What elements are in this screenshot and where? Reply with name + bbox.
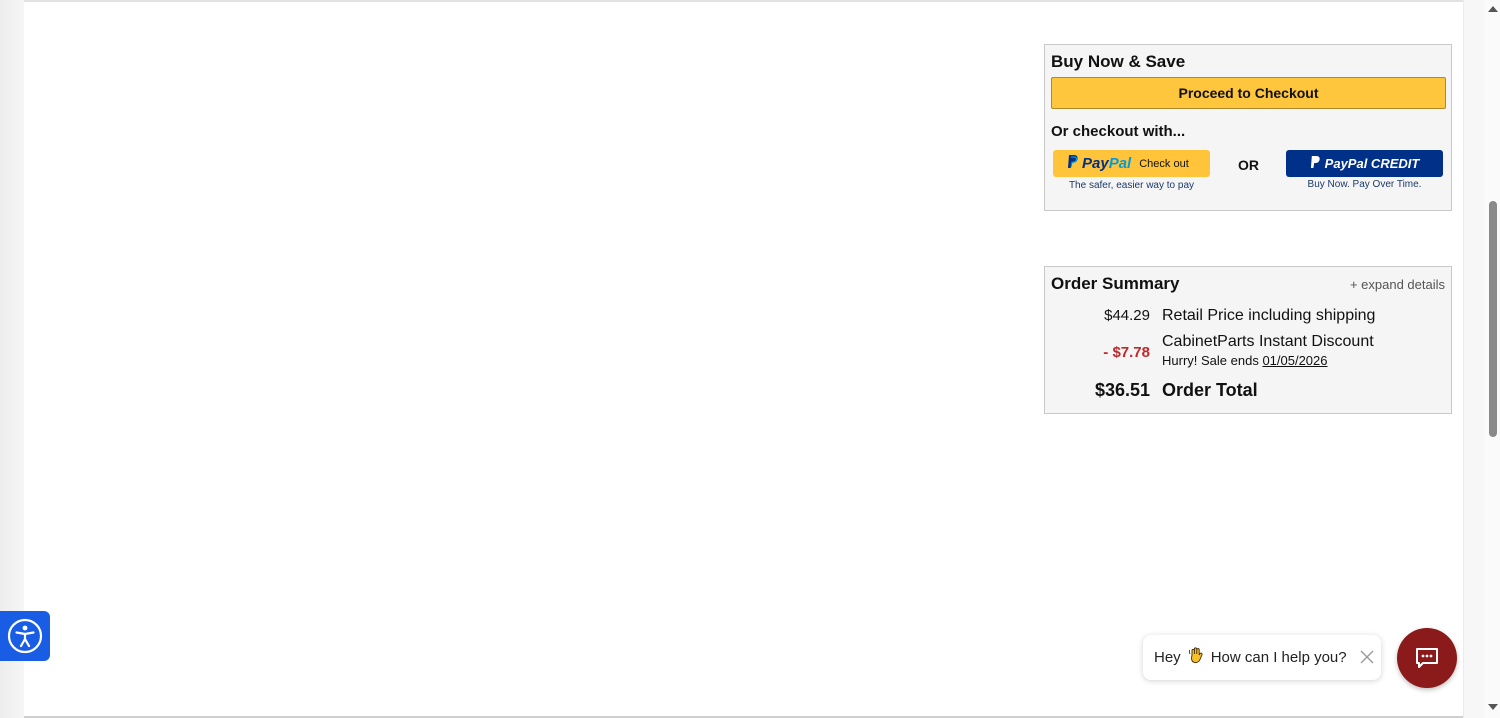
order-summary-panel: Order Summary + expand details $44.29 Re… [1044, 266, 1452, 414]
chat-greeting-word: Hey [1154, 649, 1181, 666]
order-summary-title: Order Summary [1051, 274, 1180, 293]
paypal-checkout-button[interactable]: Pay Pal Check out [1053, 150, 1210, 177]
proceed-to-checkout-button[interactable]: Proceed to Checkout [1051, 77, 1446, 109]
chat-greeting-bubble[interactable]: Hey How can I help you? [1143, 635, 1381, 680]
paypal-credit-p-icon [1310, 155, 1321, 173]
expand-details-link[interactable]: + expand details [1350, 277, 1445, 292]
paypal-credit-tagline: Buy Now. Pay Over Time. [1307, 179, 1422, 190]
right-page-gutter [1463, 0, 1485, 718]
paypal-credit-label: PayPal CREDIT [1324, 156, 1420, 171]
sale-ends-note: Hurry! Sale ends 01/05/2026 [1162, 353, 1328, 368]
or-separator: OR [1238, 157, 1259, 173]
paypal-logo: Pay Pal [1067, 154, 1131, 174]
accessibility-button[interactable] [0, 611, 50, 661]
scroll-up-arrow-icon[interactable] [1488, 6, 1498, 12]
retail-price-label: Retail Price including shipping [1162, 307, 1376, 324]
close-icon[interactable] [1359, 649, 1375, 665]
waving-hand-icon [1187, 646, 1205, 669]
top-divider [24, 0, 1463, 2]
buy-now-panel: Buy Now & Save Proceed to Checkout Or ch… [1044, 44, 1452, 211]
paypal-tagline: The safer, easier way to pay [1068, 180, 1195, 191]
chat-bubble-icon [1416, 648, 1438, 668]
discount-amount: - $7.78 [1103, 344, 1150, 361]
retail-price-amount: $44.29 [1104, 307, 1150, 324]
page: Buy Now & Save Proceed to Checkout Or ch… [0, 0, 1500, 718]
sale-ends-prefix: Hurry! Sale ends [1162, 353, 1263, 368]
open-chat-button[interactable] [1397, 628, 1457, 688]
alternate-checkout-label: Or checkout with... [1051, 123, 1186, 140]
paypal-p-icon [1067, 154, 1079, 174]
buy-now-title: Buy Now & Save [1051, 52, 1186, 71]
paypal-credit-button[interactable]: PayPal CREDIT [1286, 150, 1443, 177]
paypal-checkout-label: Check out [1139, 157, 1189, 170]
paypal-word-pal: Pal [1108, 155, 1132, 172]
vertical-scrollbar[interactable] [1485, 0, 1500, 718]
sale-end-date-link[interactable]: 01/05/2026 [1262, 353, 1327, 368]
order-total-label: Order Total [1162, 380, 1258, 400]
accessibility-icon [7, 618, 43, 654]
paypal-word-pay: Pay [1082, 155, 1109, 172]
discount-label: CabinetParts Instant Discount [1162, 333, 1374, 350]
chat-greeting-message: How can I help you? [1210, 649, 1347, 666]
order-total-amount: $36.51 [1094, 380, 1150, 400]
scrollbar-thumb[interactable] [1489, 201, 1497, 437]
scroll-down-arrow-icon[interactable] [1488, 704, 1498, 710]
